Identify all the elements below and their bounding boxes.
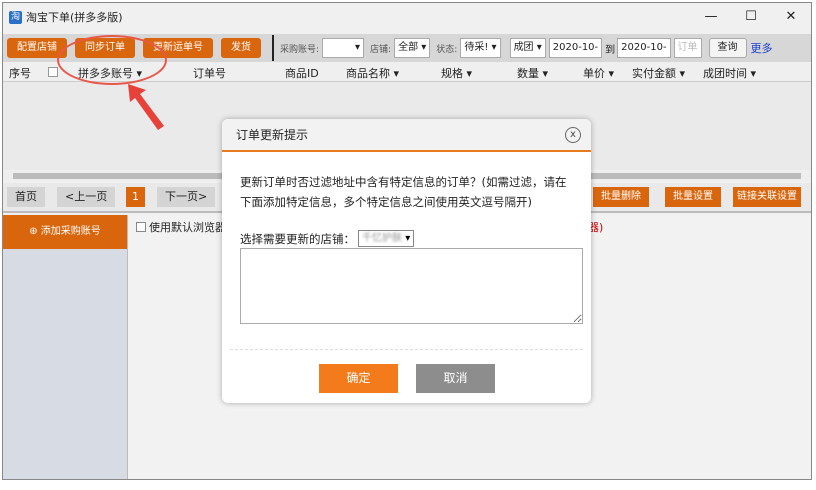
default-browser-option[interactable]: 使用默认浏览器	[136, 219, 226, 235]
first-page-button[interactable]: 首页	[7, 187, 45, 207]
col-quantity[interactable]: 数量 ▾	[517, 65, 548, 81]
col-paid-amount[interactable]: 实付金额 ▾	[632, 65, 685, 81]
shop-value: 全部	[398, 42, 419, 53]
status-label: 状态:	[436, 44, 458, 55]
maximize-button[interactable]: ☐	[731, 3, 771, 31]
app-icon: 淘	[9, 10, 22, 24]
dialog-close-icon[interactable]: x	[565, 127, 581, 143]
group-select[interactable]: 成团 ▾	[509, 38, 546, 58]
default-browser-checkbox[interactable]	[136, 222, 146, 232]
batch-delete-button[interactable]: 批量删除	[593, 187, 649, 207]
cancel-button[interactable]: 取消	[416, 364, 495, 393]
close-button[interactable]: ✕	[771, 3, 811, 31]
annotation-circle	[57, 35, 167, 85]
divider	[272, 35, 274, 61]
date-from-input[interactable]: 2020-10-	[548, 38, 603, 58]
title-bar: 淘 淘宝下单(拼多多版) — ☐ ✕	[3, 3, 811, 31]
query-button[interactable]: 查询	[708, 38, 747, 58]
dialog-shop-select[interactable]: 千忆护肤 ▾	[358, 230, 415, 247]
default-browser-label: 使用默认浏览器	[149, 221, 226, 234]
window-title: 淘宝下单(拼多多版)	[26, 11, 123, 24]
prev-page-button[interactable]: <上一页	[57, 187, 116, 207]
add-account-label: 添加采购账号	[40, 226, 101, 237]
filter-text-input[interactable]	[240, 248, 583, 324]
date-to-input[interactable]: 2020-10-	[617, 38, 671, 58]
to-label: 到	[605, 44, 616, 56]
status-select[interactable]: 待采! ▾	[460, 38, 501, 58]
col-spec[interactable]: 规格 ▾	[441, 65, 472, 81]
select-all-checkbox[interactable]	[48, 67, 58, 77]
dialog-title: 订单更新提示	[222, 119, 591, 152]
annotation-arrow-icon	[128, 84, 164, 130]
status-value: 待采!	[464, 42, 489, 53]
shop-label: 店铺:	[370, 44, 392, 55]
dialog-shop-value: 千忆护肤	[362, 233, 402, 244]
current-page[interactable]: 1	[126, 187, 145, 207]
dialog-message: 更新订单时否过滤地址中含有特定信息的订单？(如需过滤，请在下面添加特定信息，多个…	[240, 175, 567, 209]
col-product-name[interactable]: 商品名称 ▾	[346, 65, 399, 81]
batch-settings-button[interactable]: 批量设置	[665, 187, 721, 207]
col-product-id: 商品ID	[285, 67, 319, 80]
add-purchase-account-button[interactable]: ⊕ 添加采购账号	[3, 215, 127, 249]
purchase-account-label: 采购账号:	[280, 44, 320, 55]
divider	[230, 349, 583, 350]
shop-select[interactable]: 全部 ▾	[394, 38, 431, 58]
purchase-account-select[interactable]: ▾	[322, 38, 365, 58]
sidebar: ⊕ 添加采购账号	[3, 215, 128, 479]
next-page-button[interactable]: 下一页>	[157, 187, 216, 207]
link-settings-button[interactable]: 链接关联设置	[733, 187, 801, 207]
minimize-button[interactable]: —	[691, 3, 731, 31]
col-group-time[interactable]: 成团时间 ▾	[703, 65, 756, 81]
col-index: 序号	[9, 67, 31, 80]
group-value: 成团	[513, 42, 534, 53]
col-unit-price[interactable]: 单价 ▾	[583, 65, 614, 81]
update-orders-dialog: 订单更新提示 x 更新订单时否过滤地址中含有特定信息的订单？(如需过滤，请在下面…	[222, 119, 591, 403]
col-order-no: 订单号	[193, 67, 226, 80]
ship-button[interactable]: 发货	[221, 38, 261, 58]
shop-select-label: 选择需要更新的店铺：	[240, 231, 355, 246]
confirm-button[interactable]: 确定	[319, 364, 398, 393]
order-input[interactable]: 订单	[673, 38, 702, 58]
more-link[interactable]: 更多	[751, 40, 773, 56]
